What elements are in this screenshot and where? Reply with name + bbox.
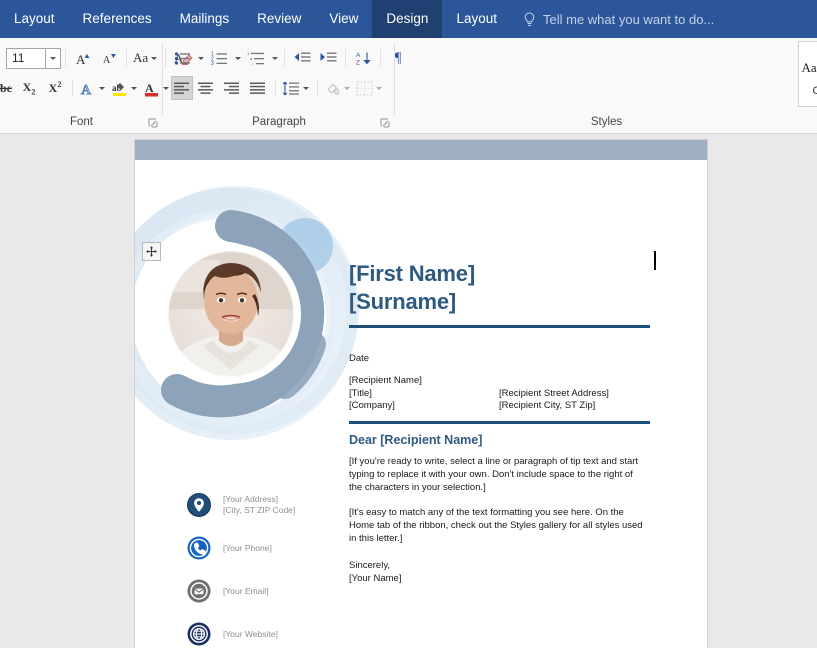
align-left-icon[interactable] [171,76,193,100]
ribbon-group-paragraph: 123 1ai AZ ¶ Paragraph [163,38,401,133]
font-size-input[interactable]: 11 [6,47,46,69]
svg-text:i: i [252,61,253,66]
subscript-button[interactable]: X2 [16,76,42,100]
recipient-street: [Recipient Street Address] [499,387,609,399]
svg-text:A: A [356,52,361,59]
paragraph-row-2 [171,76,386,100]
style-preview-contact: AaBbCcDc [801,60,817,75]
paragraph-group-label: Paragraph [252,116,306,128]
email-icon [187,579,211,603]
recipient-city-state-zip: [Recipient City, ST Zip] [499,400,596,411]
bullets-icon[interactable] [169,46,195,70]
contact-list: [Your Address] [City, ST ZIP Code] [Your… [187,493,347,648]
tab-layout[interactable]: Layout [0,0,69,38]
address-line-1: [Your Address] [223,494,278,504]
address-line-2: [City, ST ZIP Code] [223,505,296,515]
contact-phone-text: [Your Phone] [223,542,272,553]
change-case-button[interactable]: Aa [131,46,161,70]
tab-references[interactable]: References [69,0,166,38]
paragraph-dialog-launcher[interactable] [380,116,391,128]
multilevel-list-icon[interactable]: 1ai [243,46,269,70]
grow-font-button[interactable]: A [70,46,96,70]
style-item-contact[interactable]: AaBbCcDc Contact [799,42,817,106]
globe-icon [187,622,211,646]
contact-row-address[interactable]: [Your Address] [City, ST ZIP Code] [187,493,347,517]
ribbon-tab-bar: Layout References Mailings Review View D… [0,0,817,38]
paragraph-row-1: 123 1ai AZ ¶ [169,46,411,70]
text-effects-button[interactable]: A [77,76,109,100]
ribbon-group-font: 11 A A Aa A abc X2 [0,38,193,133]
svg-text:3: 3 [211,61,214,66]
ribbon-group-styles: AaBbCcDc Contact AaBbCcDdE ¶ Informat...… [396,38,817,133]
closing-text: Sincerely, [349,560,391,571]
signoff-block[interactable]: Sincerely, [Your Name] [349,559,401,585]
font-dialog-launcher[interactable] [148,116,159,128]
salutation-text[interactable]: Dear [Recipient Name] [349,433,482,447]
page-top-banner [135,140,707,160]
recipient-title: [Title] [349,387,372,399]
lightbulb-icon [523,11,536,27]
line-spacing-icon[interactable] [280,76,313,100]
contact-address-text: [Your Address] [City, ST ZIP Code] [223,494,295,516]
superscript-button[interactable]: X2 [42,76,68,100]
recipient-company: [Company] [349,400,395,411]
document-canvas[interactable]: [First Name] [Surname] Date [Recipient N… [0,134,817,648]
shrink-font-button[interactable]: A [96,46,122,70]
justify-icon[interactable] [245,76,271,100]
svg-text:A: A [81,83,92,97]
date-line[interactable]: Date [349,353,369,364]
letter-body[interactable]: [If you're ready to write, select a line… [349,455,645,557]
borders-icon[interactable] [354,76,386,100]
recipient-name: [Recipient Name] [349,375,422,386]
text-caret [654,251,656,270]
location-pin-icon [187,493,211,517]
text-highlight-color-button[interactable]: ab [109,76,141,100]
font-group-label: Font [69,116,93,128]
first-name-text: [First Name] [349,261,475,286]
font-row-2: abc X2 X2 A ab A [0,76,173,100]
strikethrough-button[interactable]: abc [0,76,16,100]
contact-website-text: [Your Website] [223,628,278,639]
tab-table-layout[interactable]: Layout [442,0,511,38]
sort-icon[interactable]: AZ [350,46,376,70]
increase-indent-icon[interactable] [315,46,341,70]
styles-gallery[interactable]: AaBbCcDc Contact AaBbCcDdE ¶ Informat...… [798,41,817,107]
align-center-icon[interactable] [193,76,219,100]
tell-me-search[interactable]: Tell me what you want to do... [511,0,817,38]
phone-icon [187,536,211,560]
tab-view[interactable]: View [315,0,372,38]
styles-group-label: Styles [590,116,623,128]
font-size-dropdown[interactable] [46,47,61,69]
recipient-rule [349,421,650,424]
svg-text:Z: Z [356,59,360,66]
heading-rule [349,325,650,328]
body-paragraph-2: [It's easy to match any of the text form… [349,507,643,544]
decrease-indent-icon[interactable] [289,46,315,70]
tab-review[interactable]: Review [243,0,315,38]
recipient-block[interactable]: [Recipient Name] [Title] [Recipient Stre… [349,375,659,413]
name-heading-block[interactable]: [First Name] [Surname] [349,260,659,328]
tell-me-placeholder: Tell me what you want to do... [543,11,715,27]
style-name-contact: Contact [800,85,817,97]
numbering-icon[interactable]: 123 [206,46,232,70]
contact-email-text: [Your Email] [223,585,269,596]
tab-design[interactable]: Design [372,0,443,38]
contact-row-website[interactable]: [Your Website] [187,622,347,646]
tab-mailings[interactable]: Mailings [166,0,244,38]
ribbon-body: 11 A A Aa A abc X2 [0,38,817,134]
svg-text:A: A [145,81,154,95]
move-handle-icon[interactable] [142,242,161,261]
surname-text: [Surname] [349,289,456,314]
shading-icon[interactable] [322,76,354,100]
body-paragraph-1: [If you're ready to write, select a line… [349,456,639,493]
align-right-icon[interactable] [219,76,245,100]
document-page[interactable]: [First Name] [Surname] Date [Recipient N… [105,140,707,648]
svg-text:A: A [103,55,111,66]
contact-row-email[interactable]: [Your Email] [187,579,347,603]
svg-text:A: A [76,52,86,67]
contact-row-phone[interactable]: [Your Phone] [187,536,347,560]
signature-text: [Your Name] [349,573,402,584]
